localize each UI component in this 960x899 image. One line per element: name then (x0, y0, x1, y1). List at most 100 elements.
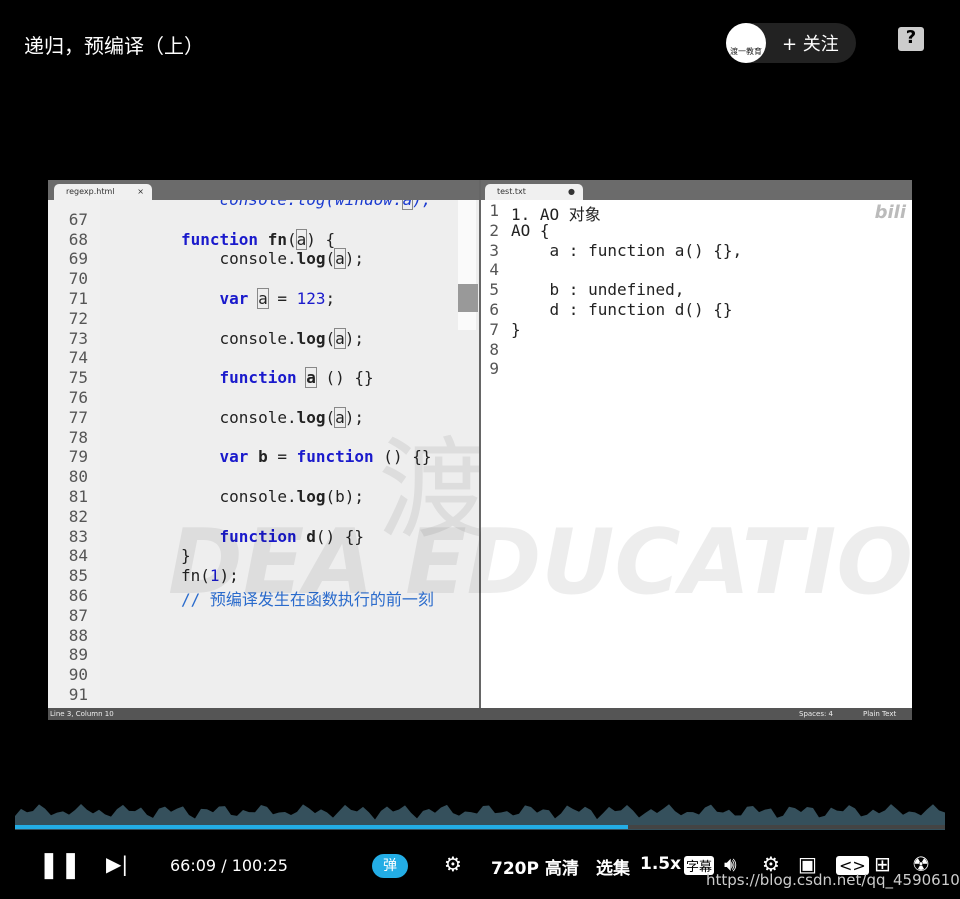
code-token: ; (325, 289, 336, 308)
line-number: 86 (68, 586, 88, 605)
line-number: 84 (68, 546, 88, 566)
line-number: 75 (68, 368, 88, 388)
line-number: 67 (68, 209, 88, 229)
progress-bar-remaining[interactable] (628, 825, 945, 829)
tab-test-txt[interactable]: test.txt ● (485, 184, 583, 200)
code-token: a (334, 248, 346, 270)
code-token: ( (325, 249, 336, 269)
line-number: 76 (68, 388, 88, 407)
status-bar: Line 3, Column 10 Spaces: 4 Plain Text (48, 708, 912, 720)
right-tabbar: test.txt ● (481, 180, 912, 200)
line-number: 85 (68, 566, 88, 586)
uploader-avatar[interactable]: 渡一教育 (726, 23, 766, 63)
audio-waveform (15, 804, 945, 830)
code-token: = (267, 447, 297, 467)
text-line: a : function a() {}, (511, 240, 743, 260)
current-time: 66:09 (170, 856, 217, 875)
code-line: function a () {} (181, 367, 374, 389)
text-line: } (511, 319, 521, 339)
code-token: ( (286, 229, 297, 249)
progress-bar-played[interactable] (15, 825, 629, 829)
code-token: (b); (325, 487, 365, 506)
watermark-en: DEA EDUCATION (168, 510, 960, 615)
line-number: 68 (68, 229, 88, 249)
code-token: ( (325, 328, 336, 348)
code-token: a (334, 327, 346, 349)
code-line: function fn(a) { (181, 228, 336, 250)
quality-selector[interactable]: 720P 高清 (491, 854, 579, 879)
indent-setting[interactable]: Spaces: 4 (799, 710, 833, 718)
line-number: 9 (489, 359, 499, 379)
line-number: 74 (68, 348, 88, 368)
line-number: 72 (68, 308, 88, 328)
text-line: AO { (511, 220, 550, 240)
line-number: 71 (68, 289, 88, 308)
question-bubble-icon[interactable]: ? (898, 27, 924, 51)
line-number: 3 (489, 240, 499, 260)
total-time: 100:25 (231, 856, 288, 875)
line-number: 8 (489, 339, 499, 359)
code-token: fn (267, 229, 287, 249)
line-number: 90 (68, 665, 88, 685)
pause-icon[interactable]: ❚❚ (38, 850, 82, 880)
close-icon[interactable]: × (137, 187, 144, 196)
code-line: var b = function () {} (181, 447, 432, 467)
follow-label: + 关注 (782, 34, 839, 55)
follow-button[interactable]: 渡一教育 + 关注 (726, 23, 856, 63)
bili-logo: bili (874, 202, 906, 223)
code-token: console. (181, 328, 297, 348)
line-number: 5 (489, 280, 499, 300)
danmaku-toggle[interactable]: 弹 (372, 854, 408, 878)
code-token: 123 (296, 289, 326, 308)
code-token: console.log(window. (181, 200, 403, 209)
code-token: console. (181, 249, 297, 269)
speed-selector[interactable]: 1.5x (640, 854, 681, 874)
left-editor[interactable]: 渡一教育 console.log(window.a);6768function … (48, 200, 479, 708)
line-number: 4 (489, 260, 499, 280)
tab-regexp-html[interactable]: regexp.html × (54, 184, 152, 200)
syntax-mode[interactable]: Plain Text (863, 710, 896, 718)
code-token: var (219, 447, 259, 467)
modified-dot-icon: ● (568, 187, 575, 196)
code-token: () {} (373, 447, 432, 467)
line-number: 87 (68, 605, 88, 625)
line-number: 91 (68, 685, 88, 704)
code-token: b (258, 447, 268, 467)
code-token: log (296, 328, 326, 348)
code-token: log (296, 249, 326, 269)
code-line: console.log(a); (181, 327, 365, 349)
code-token: ) { (306, 229, 336, 249)
line-number: 88 (68, 625, 88, 645)
line-number: 6 (489, 300, 499, 319)
code-token: var (219, 289, 259, 308)
code-token: a (401, 200, 414, 210)
video-title: 递归，预编译（上） (24, 34, 204, 58)
code-token: console. (181, 487, 297, 506)
text-line: d : function d() {} (511, 300, 733, 319)
text-line: b : undefined, (511, 280, 685, 300)
code-line: console.log(b); (181, 487, 365, 506)
danmaku-settings-icon[interactable]: ⚙ (444, 852, 462, 876)
minimap-viewport[interactable] (458, 284, 478, 312)
code-token: a (334, 406, 346, 428)
code-line: console.log(a); (181, 248, 364, 270)
episodes-button[interactable]: 选集 (596, 854, 630, 879)
line-number: 80 (68, 467, 88, 487)
line-number: 82 (68, 506, 88, 526)
right-editor[interactable]: 1 1. AO 对象 2 AO {3 a : function a() {}, 4 5 b… (481, 200, 912, 708)
tab-label: regexp.html (66, 187, 115, 196)
code-token: log (296, 407, 326, 427)
tab-label: test.txt (497, 187, 526, 196)
code-token: ( (325, 407, 336, 427)
left-tabbar: regexp.html × (48, 180, 479, 200)
code-token: a (295, 228, 308, 250)
line-number: 79 (68, 447, 88, 467)
danmaku-label: 弹 (383, 858, 397, 874)
code-token: ); (344, 328, 365, 348)
video-frame[interactable]: regexp.html× test.txt● 渡一教育 console.log(… (48, 180, 960, 720)
line-number: 70 (68, 269, 88, 289)
line-number: 77 (68, 407, 88, 427)
next-icon[interactable]: ▶| (106, 852, 128, 876)
